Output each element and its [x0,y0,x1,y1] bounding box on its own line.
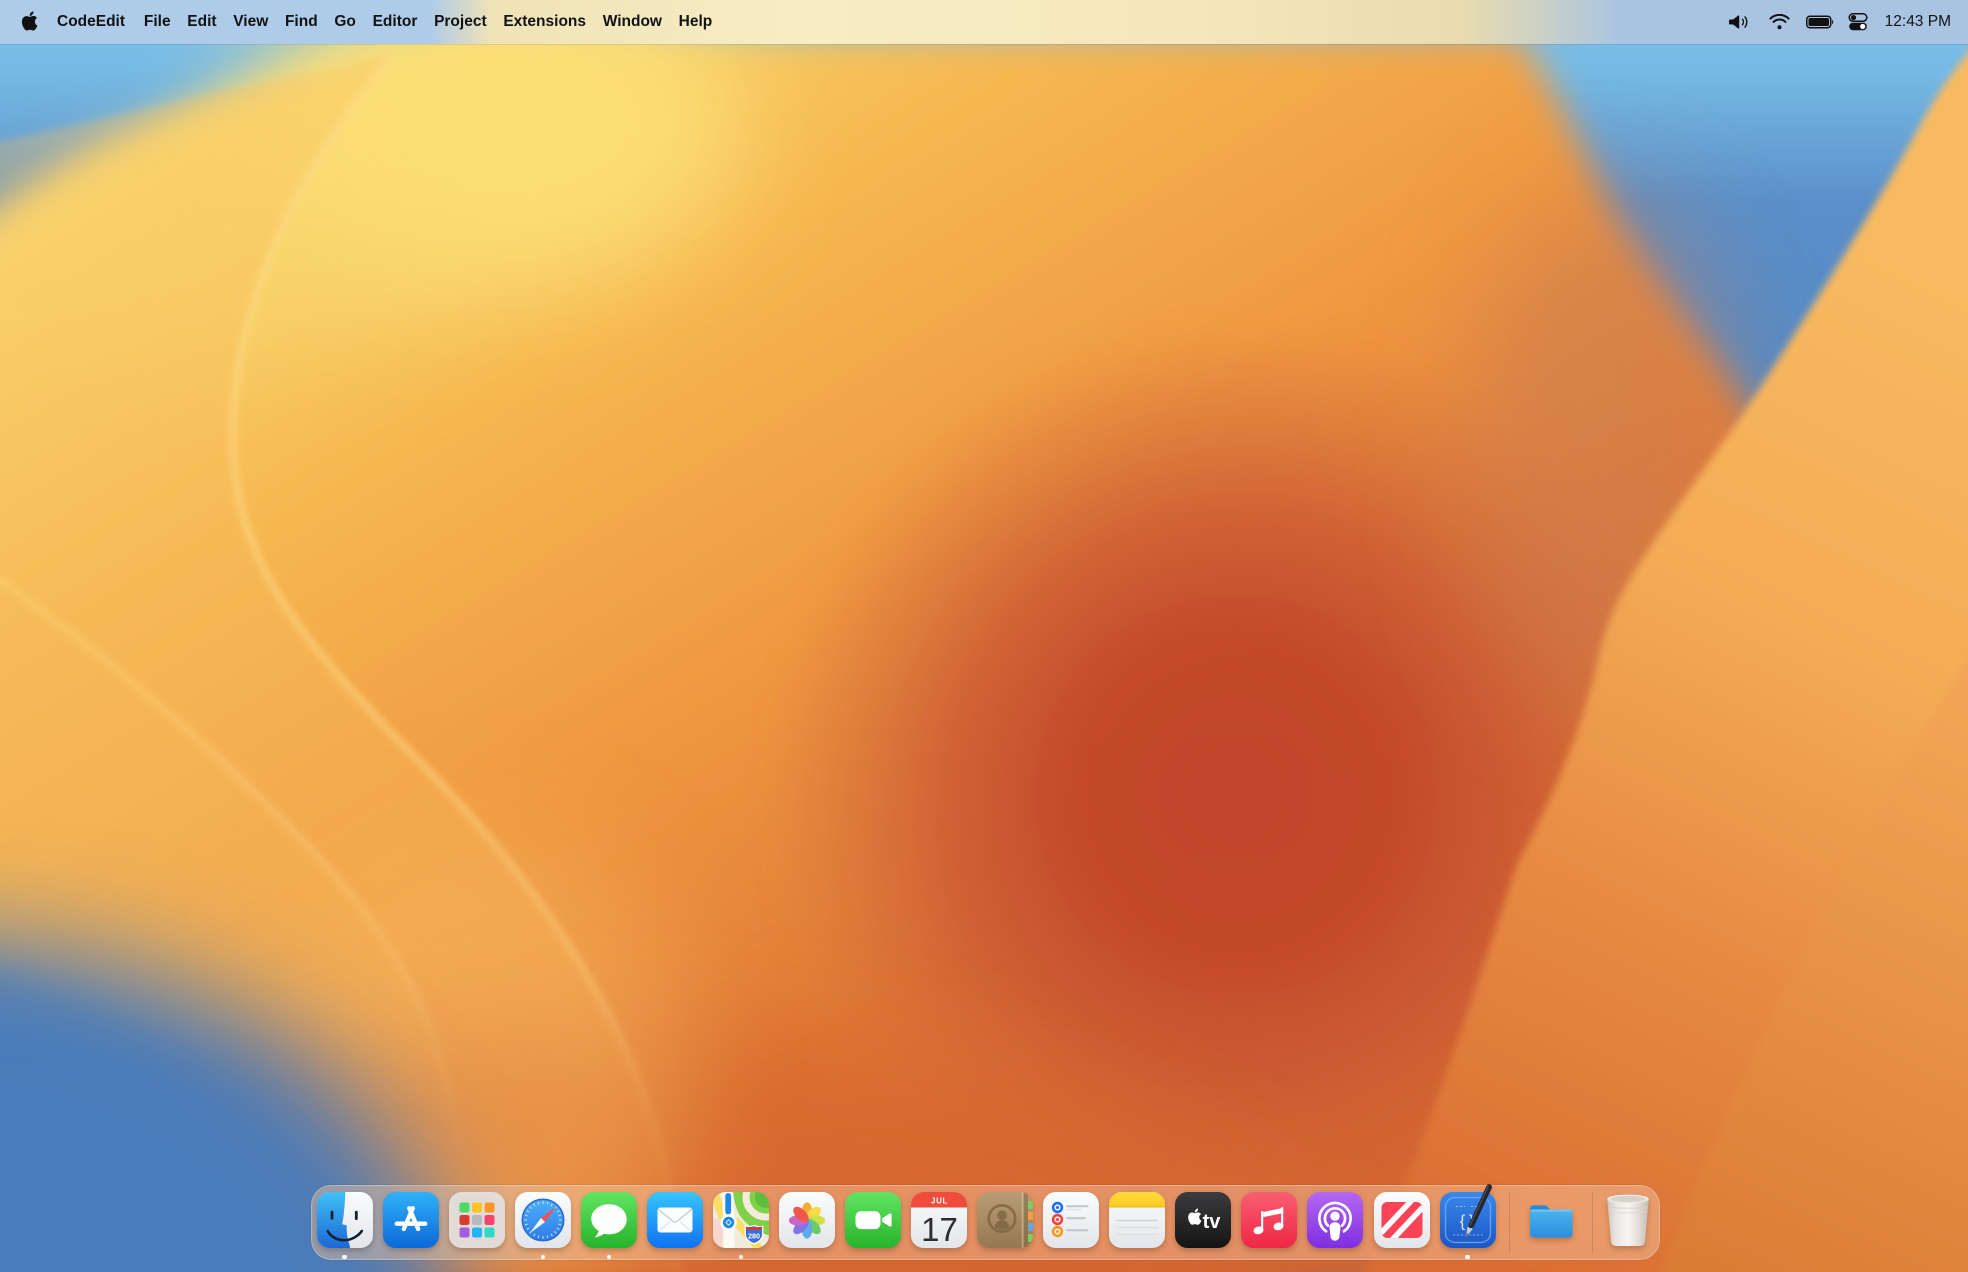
svg-text:tv: tv [1203,1211,1222,1233]
svg-text:JUL: JUL [931,1196,948,1205]
svg-text:280: 280 [748,1231,760,1240]
svg-text:17: 17 [921,1211,958,1248]
